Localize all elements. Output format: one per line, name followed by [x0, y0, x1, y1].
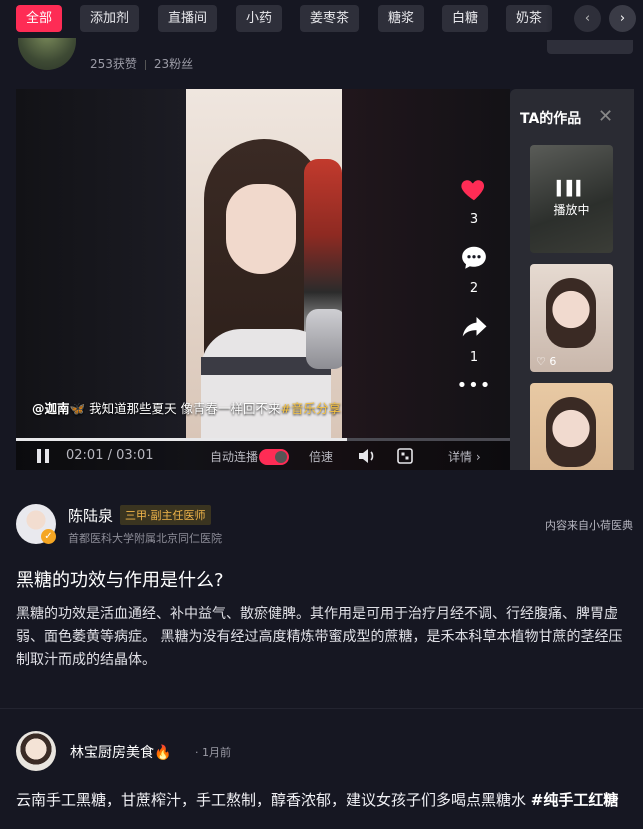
tag-ginger-jujube-tea[interactable]: 姜枣茶	[300, 5, 360, 32]
doctor-title-badge: 三甲·副主任医师	[120, 505, 211, 525]
follow-button[interactable]	[547, 40, 633, 54]
detail-label: 详情	[448, 450, 473, 464]
share-count: 1	[469, 350, 479, 365]
heart-icon[interactable]	[459, 174, 489, 204]
caption-hashtag[interactable]: #音乐分享	[281, 401, 341, 416]
author-stats: 253获赞 23粉丝	[90, 55, 193, 72]
verified-check-icon: ✓	[41, 529, 56, 544]
fullscreen-icon[interactable]	[397, 448, 413, 464]
audio-bars-icon: ▍▌▍	[556, 181, 587, 197]
doctor-name[interactable]: 陈陆泉	[68, 505, 113, 526]
video-caption: @迦南🦋 我知道那些夏天 像青春一样回不来#音乐分享	[32, 398, 341, 417]
thumbnail-person	[546, 278, 596, 348]
tag-syrup[interactable]: 糖浆	[378, 5, 425, 32]
now-playing-indicator: ▍▌▍ 播放中	[530, 181, 613, 218]
section-divider	[0, 708, 643, 709]
doctor-hospital: 首都医科大学附属北京同仁医院	[68, 532, 222, 545]
tag-bar-fade	[545, 0, 575, 38]
post-body: 云南手工黑糖，甘蔗榨汁，手工熬制，醇香浓郁，建议女孩子们多喝点黑糖水	[16, 791, 531, 809]
like-count: 3	[469, 212, 479, 227]
chevron-right-small-icon: ›	[475, 450, 481, 464]
pause-icon[interactable]	[36, 448, 50, 464]
post-author-name[interactable]: 林宝厨房美食🔥	[70, 742, 171, 762]
tag-additive[interactable]: 添加剂	[80, 5, 140, 32]
comment-count: 2	[469, 281, 479, 296]
video-frame[interactable]	[186, 89, 342, 439]
question-title: 黑糖的功效与作用是什么?	[16, 570, 224, 591]
post-time-value: 1月前	[202, 746, 231, 759]
work-thumbnail-2[interactable]: ♡ 6	[530, 264, 613, 372]
ta-works-panel: TA的作品 ✕ ▍▌▍ 播放中 ♡ 6	[510, 89, 634, 470]
share-icon[interactable]	[459, 312, 489, 342]
thumbnail-like-count: 6	[549, 355, 557, 368]
chevron-left-icon[interactable]: ‹	[574, 5, 601, 32]
author-fans: 23粉丝	[153, 57, 194, 71]
video-player[interactable]: 3 2 1 ••• @迦南🦋 我知道那些夏天 像青春一样回不来#音乐分享 02:…	[16, 89, 510, 470]
autoplay-toggle[interactable]	[259, 449, 289, 465]
heart-outline-icon: ♡	[536, 355, 546, 368]
content-source: 内容来自小荷医典	[545, 519, 633, 532]
work-thumbnail-1[interactable]: ▍▌▍ 播放中	[530, 145, 613, 253]
category-tag-bar: 全部 添加剂 直播间 小药 姜枣茶 糖浆 白糖 奶茶 ‹ ›	[0, 0, 643, 38]
post-hashtag[interactable]: #纯手工红糖	[531, 791, 619, 809]
chevron-right-icon[interactable]: ›	[609, 5, 636, 32]
work-thumbnail-3[interactable]	[530, 383, 613, 470]
answer-text: 黑糖的功效是活血通经、补中益气、散瘀健脾。其作用是可用于治疗月经不调、行经腹痛、…	[16, 606, 623, 668]
video-controls: 02:01 / 03:01 自动连播 倍速 详情 ›	[16, 441, 510, 470]
video-time: 02:01 / 03:01	[66, 448, 154, 463]
tag-white-sugar[interactable]: 白糖	[442, 5, 489, 32]
post-time: · 1月前	[195, 746, 231, 759]
post-text: 云南手工黑糖，甘蔗榨汁，手工熬制，醇香浓郁，建议女孩子们多喝点黑糖水 #纯手工红…	[16, 789, 629, 812]
thumbnail-likes: ♡ 6	[536, 355, 556, 368]
stats-divider	[144, 59, 146, 70]
close-icon[interactable]: ✕	[598, 106, 613, 127]
comment-icon[interactable]	[459, 243, 489, 273]
tag-small-medicine[interactable]: 小药	[236, 5, 283, 32]
thumbnail-person	[546, 397, 596, 467]
tag-live-room[interactable]: 直播间	[158, 5, 218, 32]
autoplay-label: 自动连播	[210, 450, 259, 464]
video-side-actions: 3 2 1 •••	[456, 174, 492, 395]
caption-author[interactable]: @迦南🦋	[32, 401, 85, 416]
tag-all[interactable]: 全部	[16, 5, 63, 32]
more-options-icon[interactable]: •••	[456, 377, 492, 395]
ta-panel-title: TA的作品	[520, 111, 582, 127]
volume-icon[interactable]	[358, 448, 376, 464]
video-microphone	[306, 309, 342, 369]
video-person-face	[226, 184, 296, 274]
caption-text: 我知道那些夏天 像青春一样回不来	[89, 401, 281, 416]
post-author-avatar[interactable]	[16, 731, 56, 771]
speed-button[interactable]: 倍速	[309, 448, 333, 465]
playing-label: 播放中	[553, 203, 590, 217]
author-likes: 253获赞	[90, 57, 137, 71]
detail-button[interactable]: 详情 ›	[448, 448, 481, 465]
